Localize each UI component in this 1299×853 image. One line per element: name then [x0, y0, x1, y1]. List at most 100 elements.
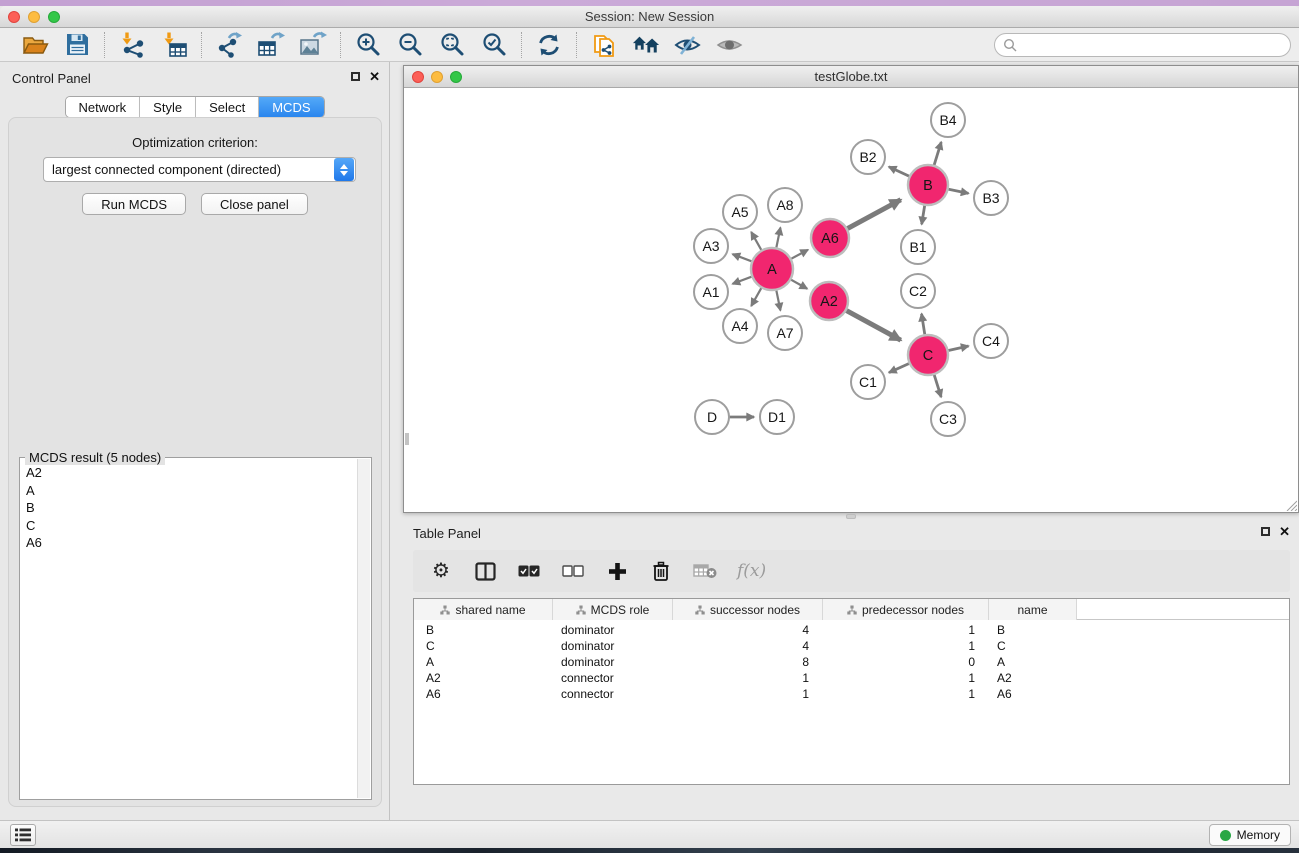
edge-A-A7[interactable]: [776, 288, 781, 311]
column-header-predecessor-nodes[interactable]: predecessor nodes: [823, 599, 989, 620]
open-file-icon[interactable]: [21, 31, 49, 59]
edge-B-B4[interactable]: [933, 142, 941, 168]
node-A7[interactable]: A7: [768, 316, 802, 350]
edge-B-B1[interactable]: [922, 203, 925, 225]
criterion-dropdown[interactable]: largest connected component (directed): [43, 157, 356, 182]
node-A6[interactable]: A6: [811, 219, 849, 257]
edge-C-C1[interactable]: [889, 362, 912, 372]
node-A8[interactable]: A8: [768, 188, 802, 222]
show-panels-button[interactable]: [10, 824, 36, 846]
node-D[interactable]: D: [695, 400, 729, 434]
network-graph[interactable]: A A6 A2 B C A5 A8 A3 A1A4 A7 B2 B4 B3 B1 C2 C4 C1 C3 D D1: [404, 88, 1298, 512]
delete-table-icon[interactable]: [693, 559, 717, 583]
window-resize-grip[interactable]: [1284, 498, 1297, 511]
tab-mcds[interactable]: MCDS: [259, 97, 323, 117]
network-window-titlebar[interactable]: testGlobe.txt: [404, 66, 1298, 88]
duplicate-network-icon[interactable]: [590, 31, 618, 59]
column-header-MCDS-role[interactable]: MCDS role: [553, 599, 673, 620]
tab-network[interactable]: Network: [65, 97, 140, 117]
save-session-icon[interactable]: [63, 31, 91, 59]
search-input[interactable]: [994, 33, 1291, 57]
mcds-result-list[interactable]: A2ABCA6: [20, 464, 357, 798]
export-network-icon[interactable]: [215, 31, 243, 59]
refresh-layout-icon[interactable]: [535, 31, 563, 59]
node-A5[interactable]: A5: [723, 195, 757, 229]
main-titlebar[interactable]: Session: New Session: [0, 6, 1299, 28]
delete-row-icon[interactable]: [649, 559, 673, 583]
node-B1[interactable]: B1: [901, 230, 935, 264]
node-C2[interactable]: C2: [901, 274, 935, 308]
edge-A-A3[interactable]: [733, 254, 755, 262]
table-float-panel-icon[interactable]: [1261, 527, 1270, 536]
edge-C-C3[interactable]: [933, 372, 941, 397]
node-C4[interactable]: C4: [974, 324, 1008, 358]
result-item[interactable]: A6: [20, 534, 357, 552]
node-C1[interactable]: C1: [851, 365, 885, 399]
float-panel-icon[interactable]: [351, 72, 360, 81]
table-row[interactable]: A2connector11A2: [414, 670, 1289, 686]
node-D1[interactable]: D1: [760, 400, 794, 434]
table-row[interactable]: A6connector11A6: [414, 686, 1289, 702]
network-canvas[interactable]: A A6 A2 B C A5 A8 A3 A1A4 A7 B2 B4 B3 B1 C2 C4 C1 C3 D D1: [404, 88, 1298, 512]
select-all-icon[interactable]: [517, 559, 541, 583]
node-C3[interactable]: C3: [931, 402, 965, 436]
add-row-icon[interactable]: [605, 559, 629, 583]
edge-A-A4[interactable]: [751, 286, 762, 306]
edge-C-C4[interactable]: [946, 346, 969, 351]
edge-B-B3[interactable]: [946, 189, 969, 194]
node-B4[interactable]: B4: [931, 103, 965, 137]
zoom-selected-icon[interactable]: [480, 31, 508, 59]
edge-C-C2[interactable]: [922, 314, 926, 337]
edge-A6-B[interactable]: [845, 200, 901, 230]
deselect-all-icon[interactable]: [561, 559, 585, 583]
node-A1[interactable]: A1: [694, 275, 728, 309]
zoom-fit-icon[interactable]: [438, 31, 466, 59]
result-item[interactable]: C: [20, 517, 357, 535]
result-item[interactable]: A2: [20, 464, 357, 482]
hide-selected-icon[interactable]: [674, 31, 702, 59]
show-columns-icon[interactable]: [473, 559, 497, 583]
show-selected-icon[interactable]: [716, 31, 744, 59]
result-item[interactable]: A: [20, 482, 357, 500]
edge-A-A1[interactable]: [733, 276, 755, 284]
function-builder-icon[interactable]: f(x): [737, 561, 766, 581]
edge-A-A8[interactable]: [776, 228, 781, 251]
node-C[interactable]: C: [908, 335, 948, 375]
table-close-panel-icon[interactable]: ✕: [1279, 525, 1290, 538]
column-header-shared-name[interactable]: shared name: [414, 599, 553, 620]
edge-A-A6[interactable]: [789, 250, 808, 260]
table-settings-icon[interactable]: ⚙: [429, 559, 453, 583]
close-panel-button[interactable]: Close panel: [201, 193, 308, 215]
table-row[interactable]: Cdominator41C: [414, 638, 1289, 654]
show-all-networks-icon[interactable]: [632, 31, 660, 59]
tab-select[interactable]: Select: [196, 97, 259, 117]
result-item[interactable]: B: [20, 499, 357, 517]
edge-B-B2[interactable]: [889, 167, 912, 178]
column-header-successor-nodes[interactable]: successor nodes: [673, 599, 823, 620]
node-B2[interactable]: B2: [851, 140, 885, 174]
table-row[interactable]: Bdominator41B: [414, 622, 1289, 638]
node-B[interactable]: B: [908, 165, 948, 205]
canvas-vertical-scrollbar[interactable]: [405, 433, 409, 445]
node-A3[interactable]: A3: [694, 229, 728, 263]
close-panel-icon[interactable]: ✕: [369, 70, 380, 83]
split-pane-handle[interactable]: [846, 514, 856, 519]
edge-A-A5[interactable]: [751, 232, 762, 252]
export-table-icon[interactable]: [257, 31, 285, 59]
run-mcds-button[interactable]: Run MCDS: [82, 193, 186, 215]
node-B3[interactable]: B3: [974, 181, 1008, 215]
import-network-icon[interactable]: [118, 31, 146, 59]
node-A2[interactable]: A2: [810, 282, 848, 320]
table-row[interactable]: Adominator80A: [414, 654, 1289, 670]
result-scrollbar[interactable]: [357, 459, 370, 798]
node-A4[interactable]: A4: [723, 309, 757, 343]
tab-style[interactable]: Style: [140, 97, 196, 117]
zoom-in-icon[interactable]: [354, 31, 382, 59]
import-table-icon[interactable]: [160, 31, 188, 59]
node-A[interactable]: A: [751, 248, 793, 290]
column-header-name[interactable]: name: [989, 599, 1077, 620]
zoom-out-icon[interactable]: [396, 31, 424, 59]
export-image-icon[interactable]: [299, 31, 327, 59]
memory-button[interactable]: Memory: [1209, 824, 1291, 846]
edge-A2-C[interactable]: [844, 309, 901, 340]
